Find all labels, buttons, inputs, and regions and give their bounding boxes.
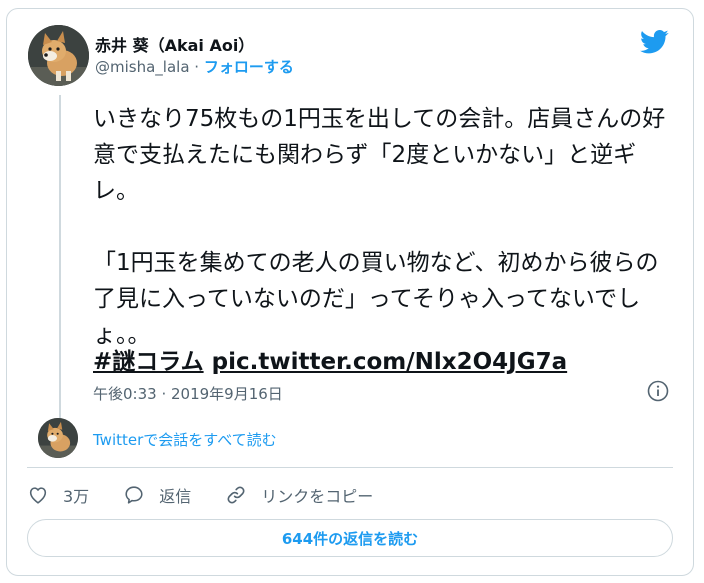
author-avatar[interactable] bbox=[28, 25, 89, 86]
like-button[interactable]: 3万 bbox=[27, 483, 89, 507]
corgi-avatar-image bbox=[28, 25, 89, 86]
reply-button[interactable]: 返信 bbox=[123, 483, 191, 507]
speech-bubble-icon bbox=[125, 486, 143, 504]
link-icon bbox=[227, 486, 245, 504]
tweet-links: #謎コラム pic.twitter.com/Nlx2O4JG7a bbox=[93, 342, 567, 376]
info-icon[interactable] bbox=[647, 380, 669, 402]
reply-label: 返信 bbox=[159, 487, 192, 506]
read-replies-label: 644件の返信を読む bbox=[281, 529, 419, 548]
author-handle-line: @misha_lala · フォローする bbox=[95, 56, 294, 77]
follow-link[interactable]: フォローする bbox=[204, 58, 294, 76]
author-handle[interactable]: @misha_lala bbox=[95, 58, 190, 76]
copy-link-button[interactable]: リンクをコピー bbox=[225, 483, 373, 507]
author-display-name[interactable]: 赤井 葵（Akai Aoi） bbox=[95, 32, 254, 56]
like-count: 3万 bbox=[63, 487, 90, 506]
heart-icon bbox=[29, 487, 47, 504]
tweet-actions: 3万 返信 リンクをコピー bbox=[27, 483, 407, 507]
hashtag-link[interactable]: #謎コラム bbox=[93, 349, 204, 375]
copy-link-label: リンクをコピー bbox=[261, 487, 374, 506]
read-replies-button[interactable]: 644件の返信を読む bbox=[27, 519, 673, 557]
thread-connector-line bbox=[59, 95, 61, 425]
handle-separator: · bbox=[189, 58, 204, 76]
tweet-text: いきなり75枚もの1円玉を出しての会計。店員さんの好意で支払えたにも関わらず「2… bbox=[93, 106, 666, 348]
read-conversation-link[interactable]: Twitterで会話をすべて読む bbox=[93, 429, 277, 450]
tweet-timestamp[interactable]: 午後0:33 · 2019年9月16日 bbox=[93, 383, 283, 404]
media-link[interactable]: pic.twitter.com/Nlx2O4JG7a bbox=[212, 349, 568, 375]
thread-avatar[interactable] bbox=[38, 418, 78, 458]
tweet-card: 赤井 葵（Akai Aoi） @misha_lala · フォローする いきなり… bbox=[6, 8, 694, 576]
corgi-avatar-small-image bbox=[38, 418, 78, 458]
twitter-bird-icon[interactable] bbox=[640, 29, 669, 55]
actions-divider bbox=[27, 467, 673, 468]
